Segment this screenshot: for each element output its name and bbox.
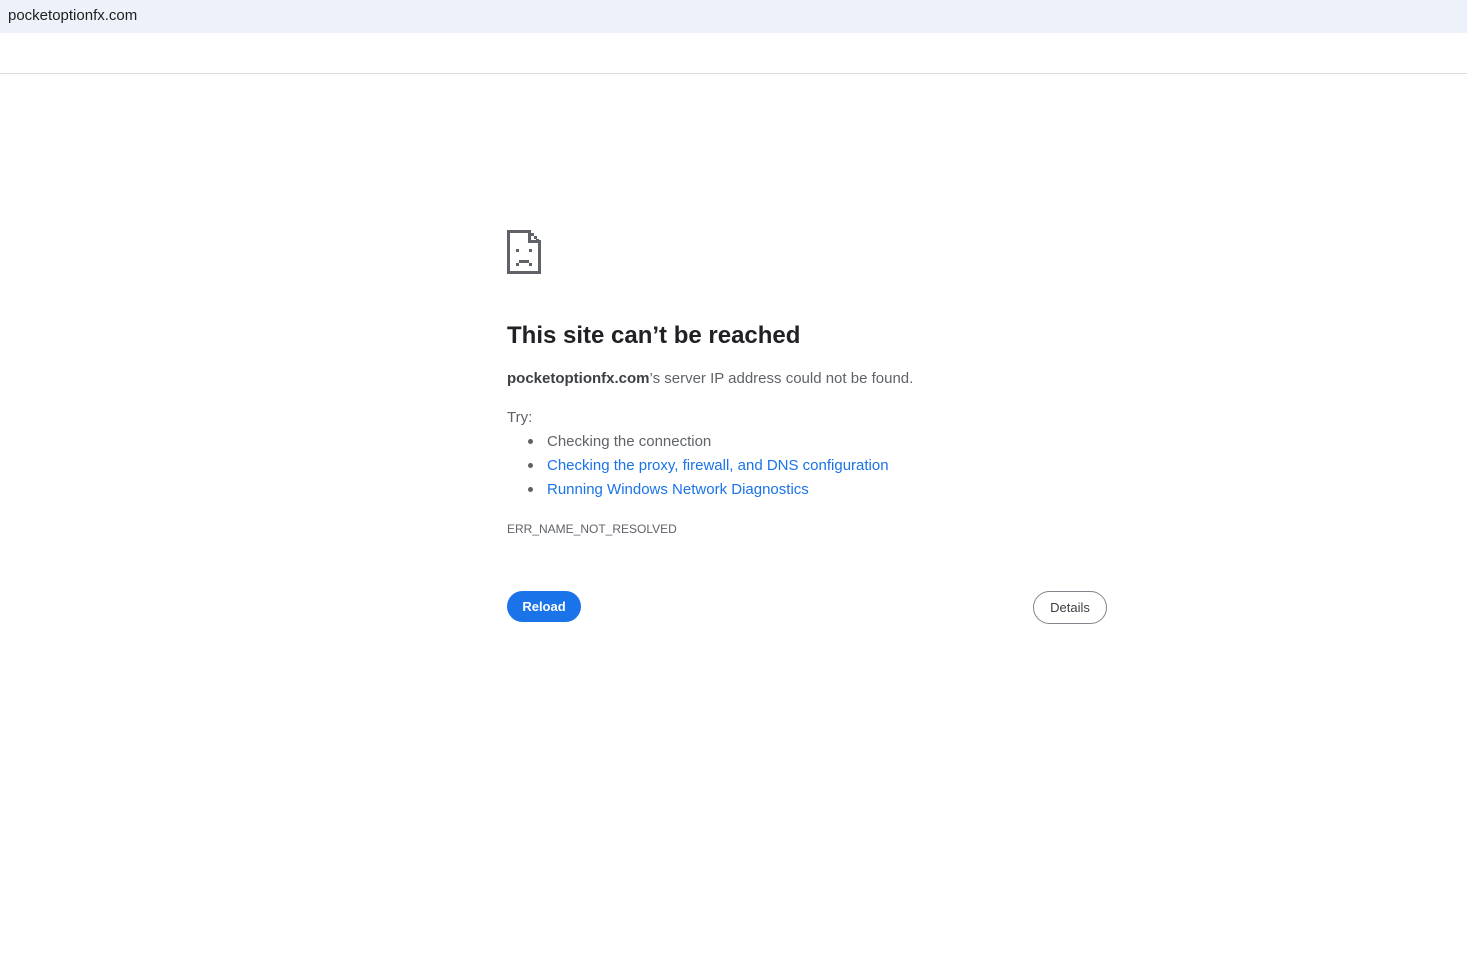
error-description-suffix: ’s server IP address could not be found. (649, 370, 914, 387)
suggestion-check-connection: Checking the connection (547, 433, 712, 450)
suggestion-list: Checking the connection Checking the pro… (507, 432, 889, 504)
try-label: Try: (507, 409, 533, 426)
sad-page-icon (507, 230, 541, 274)
error-code: ERR_NAME_NOT_RESOLVED (507, 522, 677, 536)
reload-button[interactable]: Reload (507, 591, 581, 622)
suggestion-item: Running Windows Network Diagnostics (507, 480, 889, 504)
bullet-icon (528, 487, 533, 492)
toolbar-strip (0, 33, 1467, 74)
bullet-icon (528, 463, 533, 468)
suggestion-proxy-link[interactable]: Checking the proxy, firewall, and DNS co… (547, 457, 889, 474)
suggestion-item: Checking the connection (507, 432, 889, 456)
page-title: This site can’t be reached (507, 322, 801, 349)
suggestion-item: Checking the proxy, firewall, and DNS co… (507, 456, 889, 480)
bullet-icon (528, 439, 533, 444)
suggestion-diagnostics-link[interactable]: Running Windows Network Diagnostics (547, 481, 809, 498)
url-text[interactable]: pocketoptionfx.com (8, 6, 137, 26)
error-description: pocketoptionfx.com’s server IP address c… (507, 369, 913, 389)
error-host: pocketoptionfx.com (507, 370, 650, 387)
details-button[interactable]: Details (1033, 591, 1107, 624)
address-bar[interactable]: pocketoptionfx.com (0, 0, 1467, 33)
